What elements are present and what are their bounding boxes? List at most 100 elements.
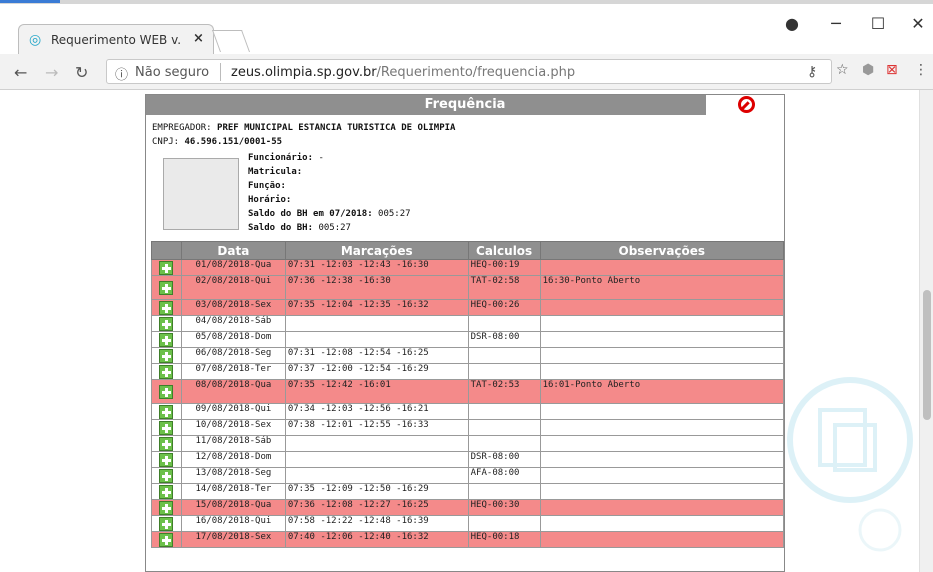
table-row: 03/08/2018-Sex 07:35 -12:04 -12:35 -16:32… xyxy=(151,299,784,316)
add-entry-icon[interactable] xyxy=(159,384,174,399)
header-action xyxy=(151,241,182,260)
row-action-cell xyxy=(151,331,182,348)
add-entry-icon[interactable] xyxy=(159,300,174,315)
table-row: 16/08/2018-Qui 07:58 -12:22 -12:48 -16:39 xyxy=(151,515,784,532)
add-entry-icon[interactable] xyxy=(159,452,174,467)
row-action-cell xyxy=(151,347,182,364)
table-body: 01/08/2018-Qua 07:31 -12:03 -12:43 -16:30… xyxy=(151,259,784,548)
cnpj-label: CNPJ: xyxy=(152,137,180,147)
cell-marcacoes: 07:38 -12:01 -12:55 -16:33 xyxy=(284,419,469,436)
browser-tab[interactable]: ◎ Requerimento WEB v. 20 × xyxy=(18,24,214,54)
cell-observacoes: 16:01-Ponto Aberto xyxy=(539,379,784,404)
minimize-icon[interactable]: ─ xyxy=(826,14,846,33)
table-row: 06/08/2018-Seg 07:31 -12:08 -12:54 -16:25 xyxy=(151,347,784,364)
matricula-label: Matricula: xyxy=(248,167,303,177)
menu-icon[interactable]: ⋮ xyxy=(914,62,928,78)
account-icon[interactable]: ● xyxy=(782,14,802,33)
cell-calculos xyxy=(467,363,541,380)
cell-marcacoes xyxy=(284,315,469,332)
cell-data: 05/08/2018-Dom xyxy=(180,331,286,348)
star-icon[interactable]: ☆ xyxy=(836,62,849,78)
cell-marcacoes xyxy=(284,467,469,484)
close-block-icon[interactable] xyxy=(738,96,755,113)
back-icon[interactable]: ← xyxy=(14,63,27,82)
table-row: 02/08/2018-Qui 07:36 -12:38 -16:30 TAT-02:… xyxy=(151,275,784,300)
table-row: 13/08/2018-Seg AFA-08:00 xyxy=(151,467,784,484)
shield-icon[interactable]: ⬢ xyxy=(862,62,874,78)
extension-icon[interactable]: ⊠ xyxy=(886,62,898,78)
add-entry-icon[interactable] xyxy=(159,532,174,547)
table-row: 10/08/2018-Sex 07:38 -12:01 -12:55 -16:33 xyxy=(151,419,784,436)
row-action-cell xyxy=(151,379,182,404)
cell-marcacoes: 07:35 -12:04 -12:35 -16:32 xyxy=(284,299,469,316)
cell-calculos xyxy=(467,483,541,500)
add-entry-icon[interactable] xyxy=(159,500,174,515)
cell-observacoes xyxy=(539,499,784,516)
close-icon[interactable]: ✕ xyxy=(908,14,928,33)
add-entry-icon[interactable] xyxy=(159,260,174,275)
add-entry-icon[interactable] xyxy=(159,468,174,483)
tab-close-icon[interactable]: × xyxy=(193,31,204,46)
add-entry-icon[interactable] xyxy=(159,404,174,419)
cell-observacoes xyxy=(539,363,784,380)
cell-calculos xyxy=(467,315,541,332)
url-text[interactable]: zeus.olimpia.sp.gov.br/Requerimento/freq… xyxy=(231,65,575,80)
scrollbar-thumb[interactable] xyxy=(923,290,931,420)
page-scrollbar[interactable] xyxy=(919,90,933,572)
row-action-cell xyxy=(151,275,182,300)
titlebar-accent xyxy=(0,0,60,3)
forward-icon[interactable]: → xyxy=(45,63,58,82)
row-action-cell xyxy=(151,259,182,276)
cell-marcacoes: 07:35 -12:42 -16:01 xyxy=(284,379,469,404)
cell-observacoes xyxy=(539,531,784,548)
maximize-icon[interactable]: ☐ xyxy=(868,14,888,33)
key-icon[interactable]: ⚷ xyxy=(807,64,817,80)
row-action-cell xyxy=(151,315,182,332)
new-tab-button[interactable] xyxy=(211,30,251,52)
add-entry-icon[interactable] xyxy=(159,436,174,451)
add-entry-icon[interactable] xyxy=(159,364,174,379)
cell-data: 12/08/2018-Dom xyxy=(180,451,286,468)
site-favicon-icon: ◎ xyxy=(29,32,42,48)
saldo-value: 005:27 xyxy=(318,223,351,233)
add-entry-icon[interactable] xyxy=(159,516,174,531)
cell-data: 10/08/2018-Sex xyxy=(180,419,286,436)
titlebar-line xyxy=(0,0,933,4)
browser-titlebar: ◎ Requerimento WEB v. 20 × ● ─ ☐ ✕ xyxy=(0,0,933,54)
saldo-mes-label: Saldo do BH em 07/2018: xyxy=(248,209,373,219)
cell-marcacoes: 07:36 -12:08 -12:27 -16:25 xyxy=(284,499,469,516)
row-action-cell xyxy=(151,419,182,436)
cell-calculos: DSR-08:00 xyxy=(467,451,541,468)
add-entry-icon[interactable] xyxy=(159,420,174,435)
cell-observacoes: 16:30-Ponto Aberto xyxy=(539,275,784,300)
cell-observacoes xyxy=(539,403,784,420)
cell-observacoes xyxy=(539,483,784,500)
cell-data: 07/08/2018-Ter xyxy=(180,363,286,380)
row-action-cell xyxy=(151,403,182,420)
requerimento-watermark-logo xyxy=(787,377,913,552)
add-entry-icon[interactable] xyxy=(159,484,174,499)
info-icon[interactable]: ⓘ xyxy=(115,64,128,83)
cell-marcacoes: 07:35 -12:09 -12:50 -16:29 xyxy=(284,483,469,500)
table-row: 04/08/2018-Sáb xyxy=(151,315,784,332)
add-entry-icon[interactable] xyxy=(159,348,174,363)
cell-data: 04/08/2018-Sáb xyxy=(180,315,286,332)
table-row: 01/08/2018-Qua 07:31 -12:03 -12:43 -16:30… xyxy=(151,259,784,276)
cell-data: 01/08/2018-Qua xyxy=(180,259,286,276)
frequencia-panel: Frequência EMPREGADOR: PREF MUNICIPAL ES… xyxy=(145,94,785,572)
row-action-cell xyxy=(151,467,182,484)
cell-data: 11/08/2018-Sáb xyxy=(180,435,286,452)
add-entry-icon[interactable] xyxy=(159,316,174,331)
tab-title: Requerimento WEB v. 20 xyxy=(51,33,183,47)
cell-calculos: TAT-02:58 xyxy=(467,275,541,300)
table-row: 08/08/2018-Qua 07:35 -12:42 -16:01 TAT-02:… xyxy=(151,379,784,404)
not-secure-label[interactable]: Não seguro xyxy=(135,65,209,80)
cnpj-line: CNPJ: 46.596.151/0001-55 xyxy=(152,137,282,147)
url-separator xyxy=(220,63,221,81)
panel-title: Frequência xyxy=(146,95,784,115)
url-input[interactable]: ⓘ Não seguro zeus.olimpia.sp.gov.br/Requ… xyxy=(106,59,832,84)
reload-icon[interactable]: ↻ xyxy=(75,63,88,82)
add-entry-icon[interactable] xyxy=(159,332,174,347)
add-entry-icon[interactable] xyxy=(159,280,174,295)
employee-photo xyxy=(163,158,239,230)
